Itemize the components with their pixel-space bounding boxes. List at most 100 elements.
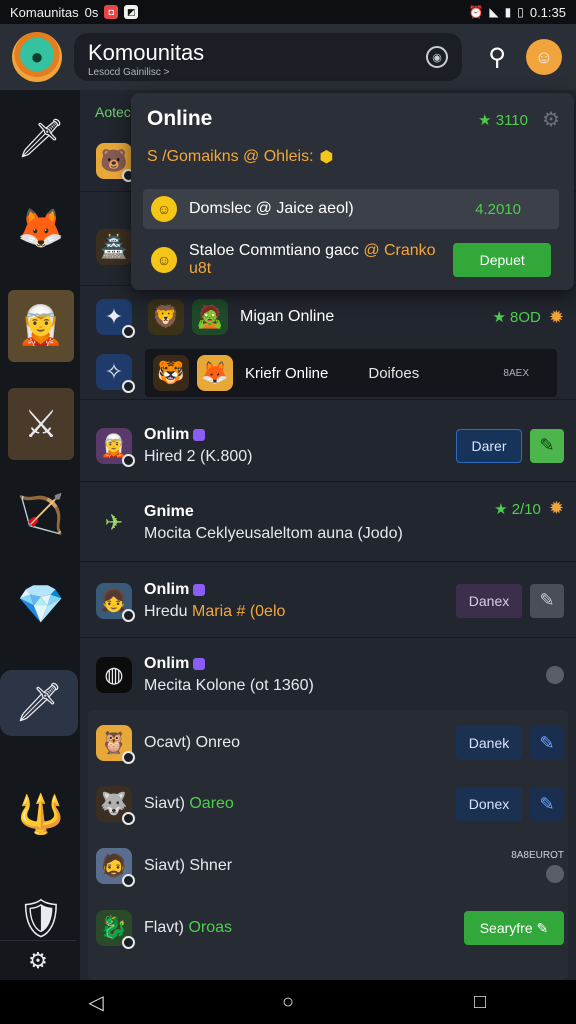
action-button[interactable]: Danex (456, 583, 522, 618)
game-avatar-icon: 🐯 (153, 355, 189, 391)
popover-item-value: 4.2010 (475, 200, 521, 218)
row-title: Flavt) Oroas (144, 919, 233, 936)
deposit-button[interactable]: Depuet (453, 243, 551, 277)
popover-item[interactable]: ☺ Staloe Commtiano gacc @ Cranko u8t Dep… (143, 240, 559, 280)
wifi-icon: ◣ (489, 5, 499, 19)
row-title: Siavt) Oareo (144, 795, 234, 812)
list-item[interactable]: 🧔 Siavt) Shner 8A8EUROT (80, 836, 576, 896)
verified-icon (193, 658, 206, 670)
emoji-icon: ☺ (151, 196, 177, 222)
gear-icon[interactable]: ✹ (549, 307, 564, 328)
camera-icon[interactable]: ◉ (426, 46, 448, 68)
game-avatar-icon: ✧ (96, 353, 135, 393)
inner-card-title: Kriefr Online (245, 364, 329, 382)
emoji-icon: ☺ (151, 247, 177, 273)
game-avatar-icon: 🦉 (96, 725, 135, 764)
rail-game-5-icon[interactable]: 🏹 (8, 482, 74, 548)
edit-icon[interactable]: ✎ (530, 428, 564, 463)
recents-icon[interactable]: □ (450, 991, 510, 1014)
alarm-icon: ⏰ (468, 5, 484, 19)
inner-card[interactable]: 🐯 🦊 Kriefr Online Doifoes 8AEX (145, 349, 557, 397)
app-header: ● Komounitas Lesocd Gainilisc > ◉ ⚲ ☺ (0, 24, 576, 90)
section-label: Aotec (95, 104, 131, 120)
verified-icon (193, 428, 206, 441)
badge-icon: ⬢ (319, 149, 334, 166)
action-button[interactable]: Danek (456, 726, 522, 760)
row-title: Gnime (144, 502, 194, 520)
game-avatar-icon: 🧔 (96, 848, 135, 887)
game-avatar-icon: 🐺 (96, 786, 135, 825)
gear-icon[interactable]: ✹ (549, 498, 564, 519)
row-title: Migan Online (240, 308, 335, 325)
action-button[interactable]: Donex (456, 787, 522, 821)
edit-icon[interactable]: ✎ (530, 787, 564, 821)
list-item[interactable]: 🦉 Ocavt) Onreo Danek ✎ (80, 714, 576, 772)
game-avatar-icon: 🦊 (197, 355, 233, 391)
game-avatar-icon: 🧟 (192, 299, 228, 335)
status-bar: Komaunitas 0s ◘ ◩ ⏰ ◣ ▮ ▯ 0.1:35 (0, 0, 576, 24)
list-item[interactable]: ◍ Onlim Mecita Kolone (ot 1360) (80, 640, 576, 710)
row-subtitle: Hired 2 (K.800) (144, 447, 253, 465)
inner-card-tag: 8AEX (503, 367, 529, 379)
edit-icon[interactable]: ✎ (530, 726, 564, 760)
action-button[interactable]: Darer (456, 428, 522, 463)
list-item[interactable]: ✈ Gnime Mocita Ceklyeusaleltom auna (Jod… (80, 484, 576, 562)
status-app-name: Komaunitas (10, 4, 79, 20)
action-button[interactable]: Searyfre ✎ (464, 911, 564, 945)
row-title: Onlim (144, 655, 314, 673)
header-search-box[interactable]: Komounitas Lesocd Gainilisc > ◉ (74, 33, 462, 81)
row-title: Onlim (144, 581, 285, 599)
rail-game-1-icon[interactable]: 🗡 (8, 106, 74, 172)
row-title: Ocavt) Onreo (144, 734, 241, 751)
row-title: Onlim (144, 426, 253, 444)
status-time: 0.1:35 (529, 4, 566, 20)
status-indicator (546, 864, 564, 883)
row-subtitle: Mocita Ceklyeusaleltom auna (Jodo) (144, 524, 403, 542)
rail-game-4-icon[interactable]: ⚔ (8, 388, 74, 460)
list-item[interactable]: ✦ 🦁 🧟 Migan Online ★ 8OD ✹ (80, 290, 576, 344)
row-title: Siavt) Shner (144, 857, 233, 874)
notification-icon: ◘ (104, 5, 119, 19)
rail-game-2-icon[interactable]: 🦊 (8, 196, 74, 262)
score-badge: ★ 8OD (492, 309, 541, 326)
list-item[interactable]: 🧝 Onlim Hired 2 (K.800) Darer ✎ (80, 410, 576, 482)
list-item[interactable]: 🐺 Siavt) Oareo Donex ✎ (80, 774, 576, 834)
status-app-suffix: 0s (84, 4, 99, 20)
system-navbar: ◁ ○ □ (0, 980, 576, 1024)
score-badge: ★ 2/10 (494, 500, 541, 518)
settings-icon[interactable]: ⚙ (0, 940, 76, 980)
status-indicator (546, 666, 564, 684)
popover-item-text: Staloe Commtiano gacc @ Cranko u8t (189, 242, 436, 277)
rail-game-3-icon[interactable]: 🧝 (8, 290, 74, 362)
popover-subtitle: S /Gomaikns @ Ohleis: ⬢ (147, 148, 334, 166)
game-avatar-icon: ✈ (104, 509, 124, 535)
popover-item-text: Domslec @ Jaice aeol) (189, 200, 354, 217)
game-avatar-icon: 🐉 (96, 910, 135, 949)
verified-icon (193, 583, 206, 596)
game-avatar-icon: 👧 (96, 582, 135, 622)
rail-game-6-icon[interactable]: 💎 (8, 572, 74, 638)
game-rail: 🗡 🦊 🧝 ⚔ 🏹 💎 🗡 🔱 🛡 ⚙ (0, 90, 80, 980)
game-avatar-icon: 🦁 (148, 299, 184, 335)
rail-game-8-icon[interactable]: 🔱 (8, 782, 74, 848)
list-item[interactable]: 👧 Onlim Hredu Maria # (0elo Danex ✎ (80, 564, 576, 638)
page-subtitle: Lesocd Gainilisc > (88, 67, 170, 78)
popover-item[interactable]: ☺ Domslec @ Jaice aeol) 4.2010 (143, 189, 559, 229)
avatar[interactable]: ☺ (526, 39, 562, 75)
popover-score: ★ 3110 (478, 112, 528, 129)
edit-icon[interactable]: ✎ (530, 583, 564, 618)
row-tag: 8A8EUROT (511, 849, 564, 861)
gallery-icon: ◩ (124, 5, 139, 19)
back-icon[interactable]: ◁ (66, 990, 126, 1015)
game-avatar-icon: ◍ (96, 657, 132, 693)
rail-game-7-icon[interactable]: 🗡 (0, 670, 78, 736)
row-subtitle: Hredu Maria # (0elo (144, 602, 286, 620)
game-avatar-icon: ✦ (96, 299, 135, 338)
battery-icon: ▯ (517, 5, 524, 19)
game-avatar-icon: 🐻 (96, 142, 135, 182)
home-icon[interactable]: ○ (258, 991, 318, 1014)
list-item[interactable]: 🐉 Flavt) Oroas Searyfre ✎ (80, 898, 576, 958)
community-logo-icon[interactable]: ● (12, 32, 62, 82)
gear-icon[interactable]: ⚙ (542, 107, 560, 132)
search-icon[interactable]: ⚲ (482, 43, 512, 72)
